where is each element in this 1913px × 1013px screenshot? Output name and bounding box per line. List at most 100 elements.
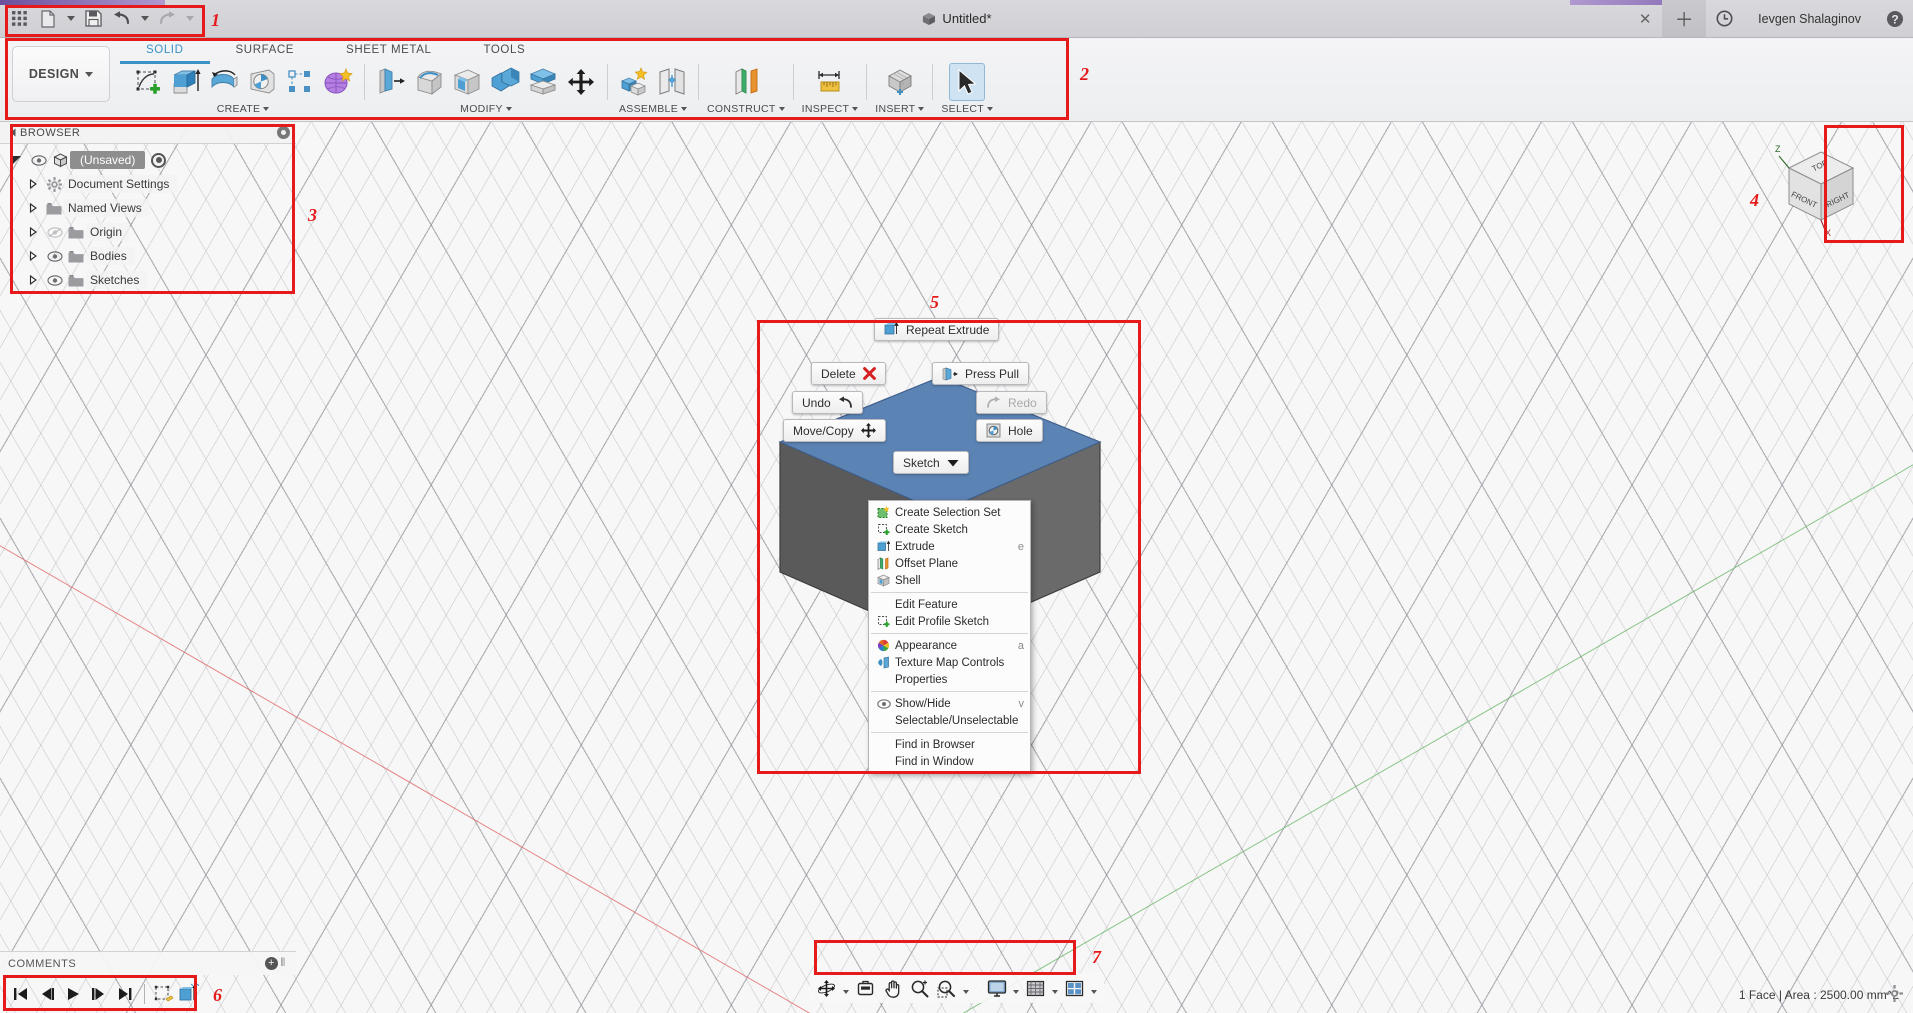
context-item-find-in-browser[interactable]: Find in Browser	[869, 736, 1030, 753]
timeline-feature-extrude[interactable]	[179, 982, 201, 1006]
vi ewports-caret-icon[interactable]	[1089, 975, 1100, 1001]
orbit-icon[interactable]	[814, 975, 840, 1001]
tab-sheet-metal[interactable]: SHEET METAL	[320, 40, 457, 64]
browser-collapse-icon[interactable]	[6, 122, 20, 144]
timeline-step-forward[interactable]	[88, 982, 110, 1006]
shell-icon[interactable]	[449, 63, 485, 101]
redo-caret[interactable]	[183, 6, 196, 32]
context-item-selectable-unselectable[interactable]: Selectable/Unselectable	[869, 712, 1030, 729]
browser-options-icon[interactable]	[277, 126, 290, 139]
orbit-caret-icon[interactable]	[841, 975, 852, 1001]
context-item-extrude[interactable]: Extrude e	[869, 538, 1030, 555]
create-sketch-icon[interactable]	[130, 63, 166, 101]
app-grid-icon[interactable]	[6, 6, 32, 32]
context-item-find-in-window[interactable]: Find in Window	[869, 753, 1030, 770]
tab-solid[interactable]: SOLID	[120, 40, 210, 64]
grid-snaps-icon[interactable]	[1023, 975, 1049, 1001]
save-icon[interactable]	[80, 6, 106, 32]
zoom-window-icon[interactable]	[934, 975, 960, 1001]
new-tab-icon[interactable]: ＋	[1662, 0, 1707, 37]
timeline-go-start[interactable]	[10, 982, 32, 1006]
twisty-collapsed-icon[interactable]	[22, 179, 44, 189]
combine-icon[interactable]	[487, 63, 523, 101]
panel-label-select[interactable]: SELECT	[941, 103, 994, 115]
view-cube[interactable]: TOP FRONT RIGHT Z X	[1767, 140, 1875, 240]
context-item-create-selection-set[interactable]: Create Selection Set	[869, 504, 1030, 521]
pan-icon[interactable]	[880, 975, 906, 1001]
zoom-window-caret-icon[interactable]	[961, 975, 972, 1001]
joint-icon[interactable]	[654, 63, 690, 101]
press-pull-icon[interactable]	[373, 63, 409, 101]
context-item-create-sketch[interactable]: Create Sketch	[869, 521, 1030, 538]
tree-node-document-settings[interactable]: Document Settings	[0, 172, 296, 196]
activate-component-radio[interactable]	[151, 152, 167, 168]
extrude-icon[interactable]	[168, 63, 204, 101]
context-item-properties[interactable]: Properties	[869, 671, 1030, 688]
panel-label-construct[interactable]: CONSTRUCT	[707, 103, 785, 115]
visibility-eye-off-icon[interactable]	[44, 226, 66, 238]
context-item-edit-profile-sketch[interactable]: Edit Profile Sketch	[869, 613, 1030, 630]
panel-label-modify[interactable]: MODIFY	[460, 103, 512, 115]
panel-label-create[interactable]: CREATE	[217, 103, 270, 115]
tab-surface[interactable]: SURFACE	[210, 40, 321, 64]
tree-node-sketches[interactable]: Sketches	[0, 268, 296, 292]
twisty-collapsed-icon-3[interactable]	[22, 227, 44, 237]
tab-tools[interactable]: TOOLS	[457, 40, 551, 64]
settings-gear-icon[interactable]	[1886, 985, 1903, 1005]
undo-icon[interactable]	[109, 6, 135, 32]
tree-node-unsaved[interactable]: (Unsaved)	[0, 148, 296, 172]
visibility-eye-icon-bodies[interactable]	[44, 250, 66, 262]
marking-menu-delete[interactable]: Delete	[811, 362, 886, 385]
marking-menu-sketch[interactable]: Sketch	[893, 451, 969, 474]
user-account-menu[interactable]: Ievgen Shalaginov	[1742, 12, 1877, 26]
twisty-expanded-icon[interactable]	[6, 155, 28, 165]
grid-snaps-caret-icon[interactable]	[1050, 975, 1061, 1001]
job-status-icon[interactable]	[1706, 0, 1742, 37]
measure-icon[interactable]	[812, 63, 848, 101]
create-form-icon[interactable]	[320, 63, 356, 101]
redo-icon[interactable]	[154, 6, 180, 32]
undo-caret[interactable]	[138, 6, 151, 32]
marking-menu-move-copy[interactable]: Move/Copy	[783, 419, 886, 442]
pattern-icon[interactable]	[282, 63, 318, 101]
revolve-icon[interactable]	[206, 63, 242, 101]
workspace-switcher-button[interactable]: DESIGN	[12, 46, 110, 102]
twisty-collapsed-icon-5[interactable]	[22, 275, 44, 285]
context-item-appearance[interactable]: Appearance a	[869, 637, 1030, 654]
display-settings-icon[interactable]	[984, 975, 1010, 1001]
close-tab-icon[interactable]: ✕	[1628, 0, 1662, 37]
twisty-collapsed-icon-2[interactable]	[22, 203, 44, 213]
select-cursor-icon[interactable]	[949, 63, 986, 101]
marking-menu-undo[interactable]: Undo	[792, 391, 863, 414]
marking-menu-press-pull[interactable]: Press Pull	[932, 362, 1030, 385]
context-item-texture-map-controls[interactable]: Texture Map Controls	[869, 654, 1030, 671]
context-item-show-hide[interactable]: Show/Hide v	[869, 695, 1030, 712]
timeline-go-end[interactable]	[114, 982, 136, 1006]
marking-menu-hole[interactable]: Hole	[976, 419, 1043, 442]
move-copy-icon[interactable]	[563, 63, 599, 101]
new-file-caret[interactable]	[64, 6, 77, 32]
zoom-icon[interactable]	[907, 975, 933, 1001]
comments-resize-grip[interactable]: ⦀	[278, 957, 288, 970]
tree-node-bodies[interactable]: Bodies	[0, 244, 296, 268]
fillet-icon[interactable]	[411, 63, 447, 101]
visibility-eye-icon[interactable]	[28, 154, 50, 166]
viewports-icon[interactable]	[1062, 975, 1088, 1001]
look-at-icon[interactable]	[853, 975, 879, 1001]
add-comment-icon[interactable]: +	[265, 957, 278, 970]
panel-label-inspect[interactable]: INSPECT	[802, 103, 859, 115]
marking-menu-repeat-extrude[interactable]: Repeat Extrude	[874, 318, 1000, 341]
help-icon[interactable]: ?	[1877, 0, 1913, 37]
panel-label-insert[interactable]: INSERT	[875, 103, 925, 115]
split-face-icon[interactable]	[525, 63, 561, 101]
sweep-icon[interactable]	[244, 63, 280, 101]
timeline-feature-sketch[interactable]	[153, 982, 175, 1006]
offset-plane-icon[interactable]	[728, 63, 764, 101]
context-item-shell[interactable]: Shell	[869, 572, 1030, 589]
tree-node-named-views[interactable]: Named Views	[0, 196, 296, 220]
visibility-eye-icon-sketches[interactable]	[44, 274, 66, 286]
new-component-icon[interactable]	[616, 63, 652, 101]
twisty-collapsed-icon-4[interactable]	[22, 251, 44, 261]
context-item-edit-feature[interactable]: Edit Feature	[869, 596, 1030, 613]
panel-label-assemble[interactable]: ASSEMBLE	[619, 103, 687, 115]
